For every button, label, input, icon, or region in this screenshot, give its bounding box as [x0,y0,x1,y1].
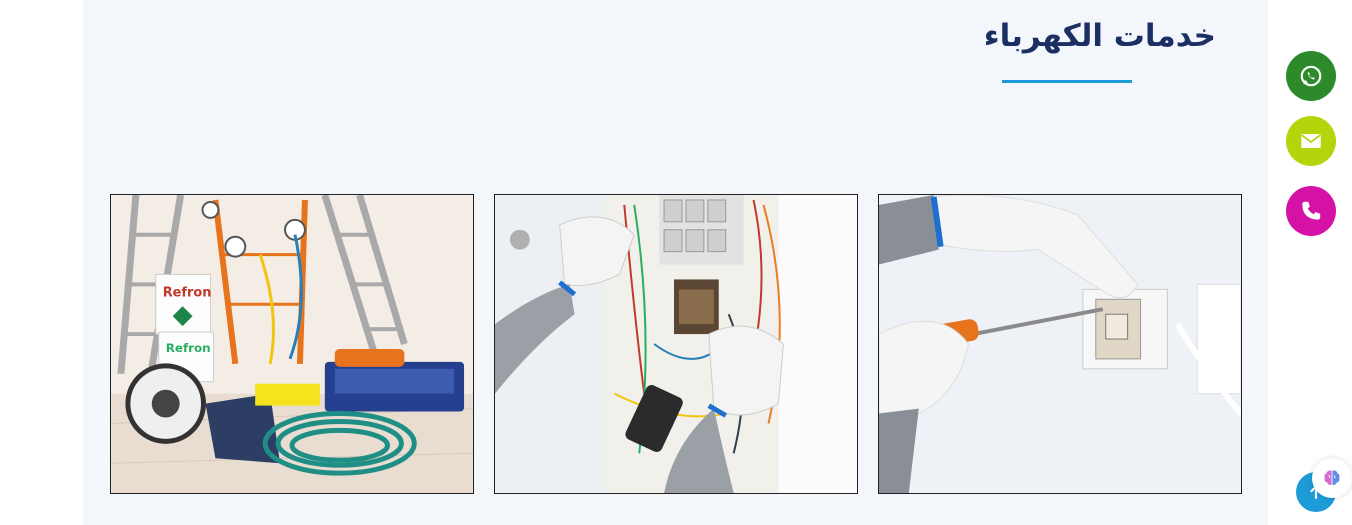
panel-photo [495,195,857,493]
phone-button[interactable] [1286,186,1336,236]
assistant-brain-button[interactable] [1312,458,1352,498]
brain-icon [1324,470,1340,485]
switch-repair-image[interactable] [878,194,1242,494]
phone-icon [1302,201,1321,220]
svg-text:Refron: Refron [163,285,212,300]
title-underline [1002,80,1132,83]
whatsapp-button[interactable] [1286,51,1336,101]
envelope-icon [1301,133,1321,149]
svg-text:Refron: Refron [166,341,211,355]
section-title: خدمات الكهرباء [983,18,1216,54]
page: خدمات الكهرباء Refron Refron [0,0,1352,525]
email-button[interactable] [1286,116,1336,166]
tools-photo: Refron Refron [111,195,473,493]
tools-equipment-image[interactable]: Refron Refron [110,194,474,494]
electric-panel-image[interactable] [494,194,858,494]
switch-photo [879,195,1241,493]
whatsapp-icon [1300,65,1322,87]
